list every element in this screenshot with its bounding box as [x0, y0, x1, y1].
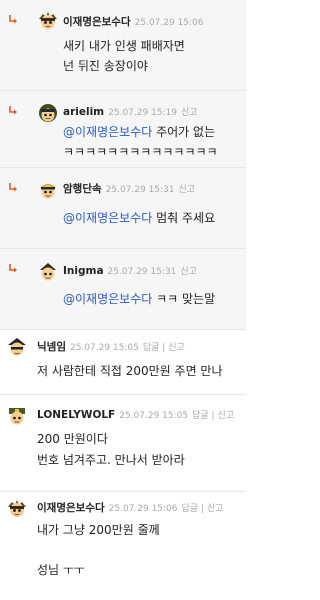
comment-text: 새키 내가 인생 패배자면 — [63, 39, 185, 53]
nickname[interactable]: Inigma — [63, 265, 104, 277]
nickname[interactable]: LONELYWOLF — [37, 409, 115, 421]
comment-reply: arielim 25.07.29 15:19 신고 @이재명은보수다 주어가 없는 … — [0, 91, 246, 167]
comment-header: 이재명은보수다 25.07.29 15:06 — [63, 15, 204, 30]
avatar[interactable] — [6, 336, 28, 358]
reply-arrow-icon — [9, 106, 17, 115]
comment-text: 200 만원이다 — [37, 432, 108, 446]
comment-text: 저 사람한테 직접 200만원 주면 만나 — [37, 364, 223, 378]
comment-text-body: ㅋㅋ 맞는말 — [152, 292, 216, 306]
comment-text: @이재명은보수다 멈춰 주세요 — [63, 208, 215, 228]
avatar[interactable] — [37, 102, 59, 124]
comment-text: 번호 넘겨주고. 만나서 받아라 — [37, 453, 185, 467]
avatar[interactable] — [6, 498, 28, 520]
report-link[interactable]: 신고 — [179, 185, 196, 195]
comment-text-body: 주어가 없는 — [152, 125, 216, 139]
comment-reply: Inigma 25.07.29 15:31 신고 @이재명은보수다 ㅋㅋ 맞는말 — [0, 249, 246, 329]
reply-report-links[interactable]: 답글 | 신고 — [192, 411, 234, 421]
comment-header: 암행단속 25.07.29 15:31 신고 — [63, 182, 195, 197]
comment-text: 넌 뒤진 송장이야 — [63, 59, 148, 73]
comment: 닉넴임 25.07.29 15:05 답글 | 신고 저 사람한테 직접 200만원… — [0, 330, 246, 394]
comment-text-body: 멈춰 주세요 — [152, 211, 216, 225]
comment-reply: 이재명은보수다 25.07.29 15:06 새키 내가 인생 패배자면 넌 뒤진… — [0, 0, 246, 90]
comment-text: @이재명은보수다 ㅋㅋ 맞는말 — [63, 289, 215, 309]
timestamp: 25.07.29 15:06 — [134, 18, 204, 28]
timestamp: 25.07.29 15:31 — [105, 185, 175, 195]
mention-link[interactable]: @이재명은보수다 — [63, 292, 152, 306]
reply-report-links[interactable]: 답글 | 신고 — [143, 343, 185, 353]
nickname[interactable]: 이재명은보수다 — [37, 502, 105, 514]
reply-arrow-icon — [9, 183, 17, 192]
comment: LONELYWOLF 25.07.29 15:05 답글 | 신고 200 만원이다… — [0, 395, 246, 491]
report-link[interactable]: 신고 — [180, 267, 197, 277]
comment-header: LONELYWOLF 25.07.29 15:05 답글 | 신고 — [37, 408, 234, 423]
comment: 이재명은보수다 25.07.29 15:06 답글 | 신고 내가 그냥 200만원… — [0, 492, 246, 600]
comment-header: Inigma 25.07.29 15:31 신고 — [63, 264, 197, 279]
timestamp: 25.07.29 15:05 — [119, 411, 189, 421]
timestamp: 25.07.29 15:31 — [107, 267, 177, 277]
nickname[interactable]: 이재명은보수다 — [63, 16, 131, 28]
comment-header: 이재명은보수다 25.07.29 15:06 답글 | 신고 — [37, 501, 223, 516]
reply-report-links[interactable]: 답글 | 신고 — [182, 504, 224, 514]
avatar[interactable] — [6, 405, 28, 427]
comment-header: arielim 25.07.29 15:19 신고 — [63, 105, 198, 120]
nickname[interactable]: 닉넴임 — [37, 341, 66, 353]
timestamp: 25.07.29 15:05 — [69, 343, 139, 353]
avatar[interactable] — [37, 261, 59, 283]
nickname[interactable]: arielim — [63, 106, 104, 118]
comment-text: 내가 그냥 200만원 줄께 — [37, 523, 160, 537]
comment-text: ㅋㅋㅋㅋㅋㅋㅋㅋㅋㅋㅋㅋㅋㅋ — [63, 145, 218, 159]
avatar[interactable] — [37, 179, 59, 201]
timestamp: 25.07.29 15:06 — [108, 504, 178, 514]
mention-link[interactable]: @이재명은보수다 — [63, 211, 152, 225]
avatar[interactable] — [37, 10, 59, 32]
comment-header: 닉넴임 25.07.29 15:05 답글 | 신고 — [37, 340, 185, 355]
comment-text: 성님 ㅜㅜ — [37, 563, 85, 577]
reply-arrow-icon — [9, 15, 17, 24]
comment-reply: 암행단속 25.07.29 15:31 신고 @이재명은보수다 멈춰 주세요 — [0, 168, 246, 248]
report-link[interactable]: 신고 — [181, 108, 198, 118]
reply-arrow-icon — [9, 264, 17, 273]
nickname[interactable]: 암행단속 — [63, 183, 102, 195]
timestamp: 25.07.29 15:19 — [108, 108, 178, 118]
comment-text: @이재명은보수다 주어가 없는 — [63, 122, 215, 142]
mention-link[interactable]: @이재명은보수다 — [63, 125, 152, 139]
